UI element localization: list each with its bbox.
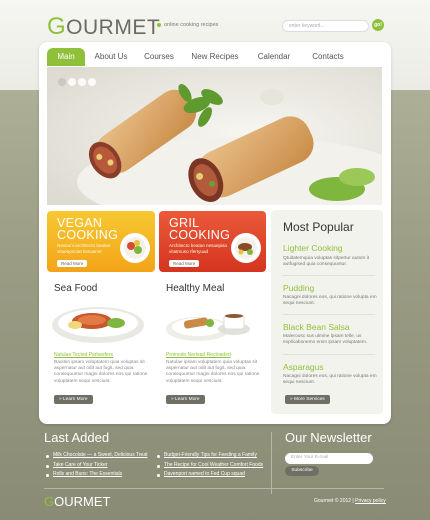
sea-food-image — [52, 307, 144, 343]
bullet-icon — [46, 465, 49, 468]
popular-item-title[interactable]: Black Bean Salsa — [283, 322, 350, 332]
bullet-icon — [46, 474, 49, 477]
divider — [283, 314, 375, 315]
tagline: online cooking recipes — [157, 22, 218, 28]
divider — [283, 354, 375, 355]
newsletter-email-input[interactable]: Enter Your E-mail — [285, 453, 373, 464]
site-logo[interactable]: GOURMET — [47, 13, 160, 41]
main-nav: Main About Us Courses New Recipes Calend… — [47, 48, 382, 68]
last-added-title: Last Added — [44, 430, 110, 445]
bullet-icon — [46, 455, 49, 458]
slider-dot[interactable] — [58, 78, 66, 86]
newsletter-title: Our Newsletter — [285, 430, 372, 445]
bullet-icon — [157, 465, 160, 468]
last-added-link[interactable]: The Recipe for Cool Weather Comfort Food… — [164, 462, 263, 468]
vegan-cooking-promo[interactable]: VEGAN COOKING Nesauni architecto beatae v… — [47, 211, 155, 272]
last-added-link[interactable]: Davenport named to Fed Cup squad — [164, 471, 245, 477]
divider — [44, 488, 384, 489]
slider-dot[interactable] — [78, 78, 86, 86]
bullet-icon — [157, 455, 160, 458]
nav-calendar[interactable]: Calendar — [251, 48, 297, 66]
search-button[interactable]: go! — [372, 19, 384, 31]
nav-new-recipes[interactable]: New Recipes — [188, 48, 242, 66]
gril-dish-image — [231, 233, 261, 263]
nav-main[interactable]: Main — [47, 48, 85, 66]
feature-link[interactable]: Promodo Nertsad Rectoaded — [166, 352, 231, 358]
gril-cooking-promo[interactable]: GRIL COOKING Architecto beatae nesaepisa … — [159, 211, 266, 272]
logo-initial: G — [44, 494, 55, 509]
more-services-button[interactable]: » More Services — [285, 395, 330, 404]
feature-link[interactable]: Natulae Tected Partaoifere — [54, 352, 113, 358]
logo-text: OURMET — [54, 494, 111, 509]
healthy-meal-image — [166, 314, 250, 341]
popular-item-title[interactable]: Lighter Cooking — [283, 243, 343, 253]
last-added-link[interactable]: Milk Chocolate — a Sweet, Delicious Trea… — [53, 452, 147, 458]
slider-dots — [58, 78, 98, 88]
feature-text: Natulae ipsam voluptatem quia voluptas s… — [166, 360, 260, 384]
feature-text: Baoitim ipsam voluptatem quia voluptas s… — [54, 360, 148, 384]
most-popular-title: Most Popular — [283, 220, 354, 234]
learn-more-button[interactable]: » Learn More — [166, 395, 205, 404]
bullet-icon — [157, 474, 160, 477]
promo-text: Nesauni architecto beatae vitaenprictat … — [57, 243, 111, 254]
search-input[interactable]: enter keyword... — [282, 20, 369, 32]
popular-item-text: Maleroosc sus ulmine lpsam telle, us exp… — [283, 334, 368, 346]
slider-dot[interactable] — [68, 78, 76, 86]
promo-title: VEGAN COOKING — [57, 216, 119, 242]
popular-item-text: Qtuitatemquia voluptas sitpertur autom i… — [283, 256, 370, 268]
read-more-button[interactable]: Read More — [169, 260, 200, 267]
last-added-link[interactable]: Take Care of Your Ticker — [53, 462, 107, 468]
promo-text: Architecto beatae nesaepisa vitatmuso rf… — [169, 243, 227, 254]
last-added-link[interactable]: Budget-Friendly Tips for Feeding a Famil… — [164, 452, 257, 458]
last-added-link[interactable]: Rolls and Buns: The Essentials — [53, 471, 122, 477]
privacy-policy-link[interactable]: Privacy policy — [355, 498, 386, 504]
divider — [271, 432, 272, 494]
slider-dot[interactable] — [88, 78, 96, 86]
vegan-dish-image — [120, 233, 150, 263]
popular-item-title[interactable]: Pudding — [283, 283, 314, 293]
subscribe-button[interactable]: Subscribe — [285, 466, 319, 476]
read-more-button[interactable]: Read More — [57, 260, 88, 267]
popular-item-text: Nacagni dolores eos, qui ratione volupta… — [283, 295, 377, 307]
popular-item-title[interactable]: Asparagus — [283, 362, 324, 372]
footer-logo[interactable]: GOURMET — [44, 494, 110, 509]
nav-about-us[interactable]: About Us — [91, 48, 131, 66]
promo-title: GRIL COOKING — [169, 216, 231, 242]
bullet-icon — [157, 22, 161, 27]
nav-courses[interactable]: Courses — [141, 48, 177, 66]
feature-title-sea-food: Sea Food — [54, 283, 98, 294]
copyright: Gourmet © 2012 | Privacy policy — [314, 498, 386, 504]
popular-item-text: Nacagni dolores eos, qui ratione volupta… — [283, 374, 377, 386]
feature-title-healthy-meal: Healthy Meal — [166, 283, 225, 294]
logo-initial: G — [47, 13, 67, 40]
logo-text: OURMET — [66, 16, 161, 39]
nav-contacts[interactable]: Contacts — [306, 48, 350, 66]
learn-more-button[interactable]: » Learn More — [54, 395, 93, 404]
tagline-text: online cooking recipes — [164, 22, 219, 28]
divider — [283, 275, 375, 276]
